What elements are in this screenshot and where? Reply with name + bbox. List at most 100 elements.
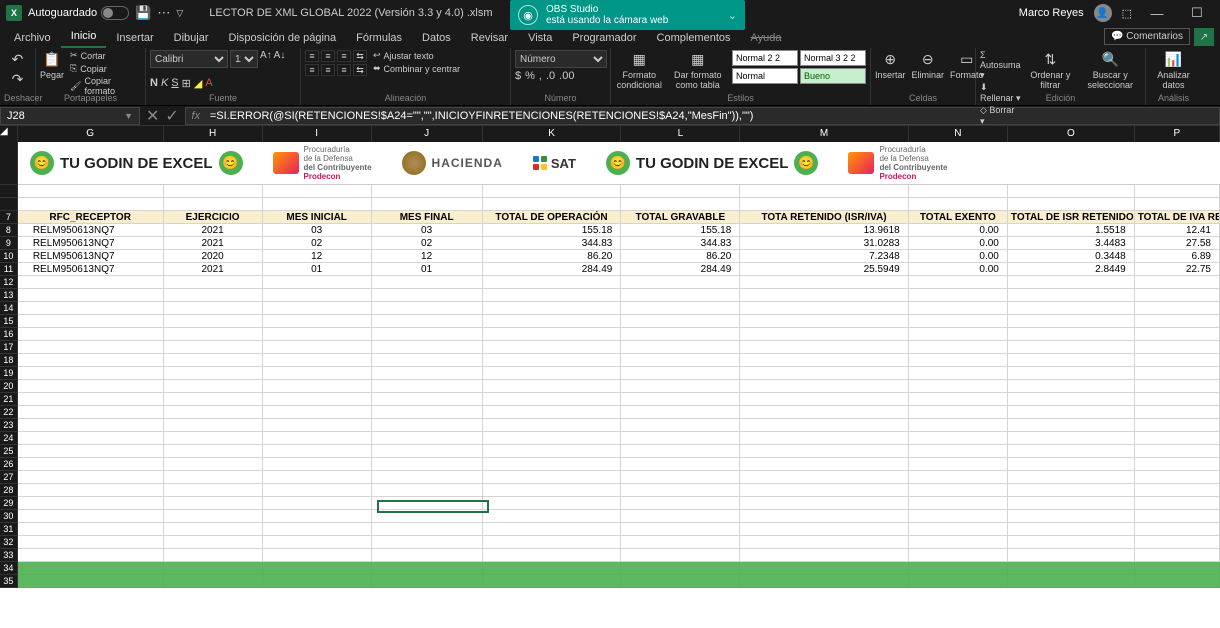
cell[interactable] [1008,198,1135,211]
cell[interactable] [164,536,263,549]
cell[interactable] [372,185,483,198]
cell[interactable] [1135,523,1220,536]
cell[interactable] [1135,367,1220,380]
cell[interactable] [1008,367,1135,380]
cell[interactable] [263,289,372,302]
cell[interactable] [164,523,263,536]
table-cell[interactable]: 2021 [164,263,263,276]
table-cell[interactable]: 86.20 [621,250,740,263]
cell[interactable] [621,549,740,562]
cell[interactable] [483,380,622,393]
dec-dec-icon[interactable]: .00 [559,70,574,82]
tab-inicio[interactable]: Inicio [61,26,107,48]
spreadsheet-grid[interactable]: 😊 TU GODIN DE EXCEL 😊 Procuraduría de la… [0,142,1220,588]
cell[interactable] [909,510,1008,523]
cell[interactable] [483,198,622,211]
cell[interactable] [1008,380,1135,393]
merge-button[interactable]: ⬌Combinar y centrar [373,63,460,74]
cell[interactable] [1135,471,1220,484]
cell[interactable] [18,276,164,289]
cell[interactable] [621,432,740,445]
cell[interactable] [909,432,1008,445]
name-box[interactable]: J28 ▼ [0,107,140,125]
tab-formulas[interactable]: Fórmulas [346,28,412,48]
cell[interactable] [1008,302,1135,315]
cut-button[interactable]: ✂Cortar [70,50,141,61]
cell[interactable] [621,497,740,510]
cell[interactable] [263,536,372,549]
find-select-button[interactable]: 🔍Buscar y seleccionar [1080,50,1142,90]
cell[interactable] [909,302,1008,315]
cell[interactable] [18,497,164,510]
tab-complementos[interactable]: Complementos [647,28,741,48]
cell[interactable] [164,406,263,419]
cell[interactable] [909,354,1008,367]
tab-ayuda[interactable]: Ayuda [741,28,792,48]
table-cell[interactable]: 0.00 [909,250,1008,263]
cell[interactable] [483,536,622,549]
cell[interactable] [909,419,1008,432]
cell[interactable] [740,406,908,419]
cell[interactable] [372,458,483,471]
font-selector[interactable]: Calibri [150,50,228,68]
enter-formula-icon[interactable]: ✓ [165,106,178,126]
cell[interactable] [18,341,164,354]
table-cell[interactable]: 27.58 [1135,237,1220,250]
cell[interactable] [263,341,372,354]
cell[interactable] [483,185,622,198]
cell[interactable] [1135,393,1220,406]
cell[interactable] [1135,549,1220,562]
cell[interactable] [18,185,164,198]
table-cell[interactable]: 0.3448 [1008,250,1135,263]
table-cell[interactable]: RELM950613NQ7 [18,237,164,250]
cell[interactable] [740,484,908,497]
cell[interactable] [1008,289,1135,302]
cell[interactable] [18,419,164,432]
font-size-selector[interactable]: 11 [230,50,258,68]
cell[interactable] [164,549,263,562]
cell[interactable] [621,341,740,354]
obs-notification[interactable]: ◉ OBS Studio está usando la cámara web ⌄ [510,0,745,30]
table-cell[interactable]: 01 [372,263,483,276]
redo-icon[interactable]: ↷ [9,70,27,88]
sort-filter-button[interactable]: ⇅Ordenar y filtrar [1027,50,1073,90]
cell[interactable] [164,497,263,510]
fx-icon[interactable]: fx [186,110,206,122]
cell[interactable] [372,445,483,458]
cell[interactable] [483,328,622,341]
cell[interactable] [1008,549,1135,562]
cell[interactable] [18,432,164,445]
cell[interactable] [372,393,483,406]
table-cell[interactable]: 03 [263,224,372,237]
cell[interactable] [740,432,908,445]
cell[interactable] [263,432,372,445]
cell[interactable] [18,510,164,523]
cell[interactable] [740,458,908,471]
cell[interactable] [1135,445,1220,458]
paste-button[interactable]: 📋 Pegar [40,50,64,80]
cell[interactable] [1008,419,1135,432]
table-cell[interactable]: 2.8449 [1008,263,1135,276]
cell[interactable] [740,198,908,211]
underline-button[interactable]: S [171,77,178,90]
col-header-J[interactable]: J [372,126,483,142]
table-cell[interactable]: 2021 [164,237,263,250]
col-header-M[interactable]: M [740,126,908,142]
cell[interactable] [483,497,622,510]
col-header-I[interactable]: I [263,126,372,142]
cell[interactable] [740,354,908,367]
cell[interactable] [372,549,483,562]
cell[interactable] [740,419,908,432]
table-cell[interactable]: 155.18 [621,224,740,237]
cell[interactable] [164,367,263,380]
table-cell[interactable]: 12 [372,250,483,263]
cell[interactable] [164,289,263,302]
col-header-N[interactable]: N [909,126,1008,142]
cell[interactable] [18,289,164,302]
cell[interactable] [1135,380,1220,393]
table-cell[interactable]: 01 [263,263,372,276]
cell[interactable] [18,523,164,536]
comma-icon[interactable]: , [539,70,542,82]
cell[interactable] [1135,341,1220,354]
cell[interactable] [263,471,372,484]
